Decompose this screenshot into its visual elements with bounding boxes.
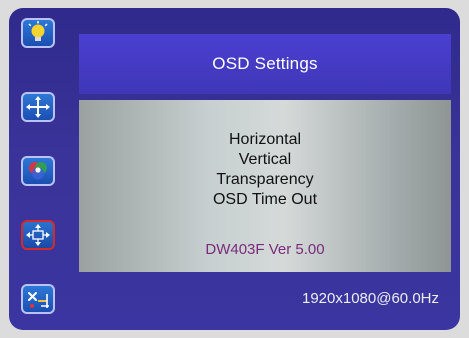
resolution-readout: 1920x1080@60.0Hz: [302, 289, 439, 307]
firmware-version: DW403F Ver 5.00: [205, 241, 325, 258]
position-icon[interactable]: [21, 92, 55, 122]
menu-item-transparency[interactable]: Transparency: [79, 170, 451, 190]
osd-screen: OSD Settings Horizontal Vertical Transpa…: [9, 8, 460, 330]
color-icon[interactable]: [21, 156, 55, 186]
tools-icon[interactable]: [21, 284, 55, 314]
osd-header: OSD Settings: [79, 34, 451, 94]
page-title: OSD Settings: [212, 54, 318, 73]
monitor-bezel: OSD Settings Horizontal Vertical Transpa…: [0, 0, 469, 338]
settings-menu: Horizontal Vertical Transparency OSD Tim…: [79, 130, 451, 210]
settings-panel: Horizontal Vertical Transparency OSD Tim…: [79, 100, 451, 272]
brightness-icon[interactable]: [21, 18, 55, 48]
menu-item-horizontal[interactable]: Horizontal: [79, 130, 451, 150]
menu-item-osd-time-out[interactable]: OSD Time Out: [79, 190, 451, 210]
osd-sidebar: [9, 8, 79, 330]
osd-settings-icon[interactable]: [21, 220, 55, 250]
menu-item-vertical[interactable]: Vertical: [79, 150, 451, 170]
status-bar: 1920x1080@60.0Hz: [79, 278, 451, 318]
